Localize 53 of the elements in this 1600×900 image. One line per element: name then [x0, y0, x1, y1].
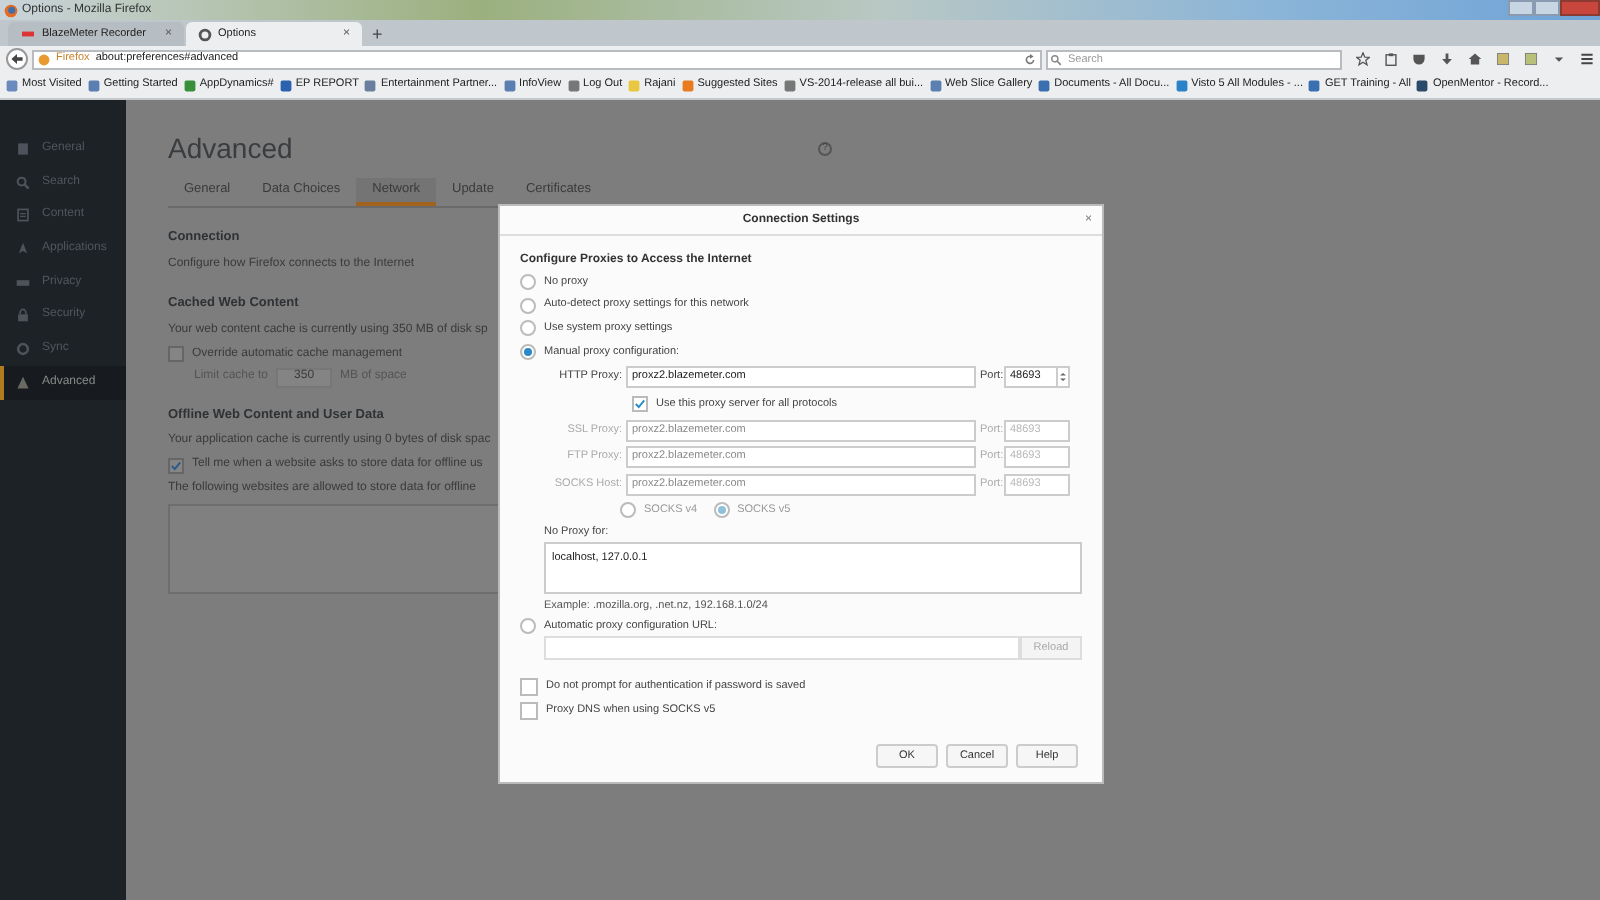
download-icon[interactable] [1440, 52, 1454, 66]
radio-button[interactable] [620, 501, 636, 518]
checkbox[interactable] [520, 677, 538, 696]
spinner-icon [1056, 368, 1068, 386]
checkbox[interactable] [168, 457, 184, 474]
bookmark-icon [87, 79, 100, 91]
radio-button[interactable] [713, 501, 730, 518]
document-icon [16, 208, 30, 223]
back-button[interactable] [6, 48, 28, 70]
star-icon[interactable] [1356, 52, 1370, 66]
radio-button[interactable] [520, 297, 536, 314]
bookmark-icon [503, 79, 516, 91]
bookmark-icon [628, 79, 641, 91]
radio-button[interactable] [520, 320, 536, 337]
bookmark-icon [6, 79, 18, 91]
firefox-icon [38, 53, 50, 65]
arrow-icon [10, 52, 24, 66]
home-icon[interactable] [1468, 52, 1482, 66]
minimize-button[interactable] [1508, 0, 1534, 16]
clipboard-icon[interactable] [1384, 52, 1398, 66]
firefox-icon [4, 3, 18, 17]
checkbox[interactable] [632, 395, 648, 412]
new-tab-button[interactable]: + [372, 26, 383, 44]
bookmark-icon [364, 79, 377, 91]
bookmark-icon [783, 79, 796, 91]
lock-icon [16, 308, 30, 323]
bookmark-icon [681, 79, 694, 91]
close-button[interactable] [1560, 0, 1600, 16]
bookmark-icon [567, 79, 580, 91]
check-icon [170, 459, 182, 472]
bookmark-icon [183, 79, 196, 91]
url-field[interactable] [544, 636, 1020, 661]
search-icon [16, 175, 30, 190]
radio-button[interactable] [520, 617, 536, 634]
page-title: Advanced [168, 134, 293, 162]
radio-button[interactable] [520, 273, 536, 290]
bookmark-icon [279, 79, 292, 91]
bookmark-icon [1416, 79, 1429, 91]
bookmark-icon [1038, 79, 1051, 91]
menu-icon[interactable] [1580, 52, 1594, 66]
maximize-button[interactable] [1534, 0, 1560, 16]
check-icon [634, 397, 646, 410]
bookmark-icon [1308, 79, 1321, 91]
checkbox[interactable] [168, 346, 184, 362]
bookmark-icon [929, 79, 942, 91]
page-icon [16, 141, 30, 156]
radio-button[interactable] [520, 343, 536, 360]
checkbox[interactable] [520, 701, 538, 720]
search-icon [1050, 53, 1062, 65]
pocket-icon[interactable] [1412, 52, 1426, 66]
bookmark-icon [1175, 79, 1188, 91]
reload-icon [1024, 53, 1036, 65]
caret-icon[interactable] [1552, 52, 1566, 66]
